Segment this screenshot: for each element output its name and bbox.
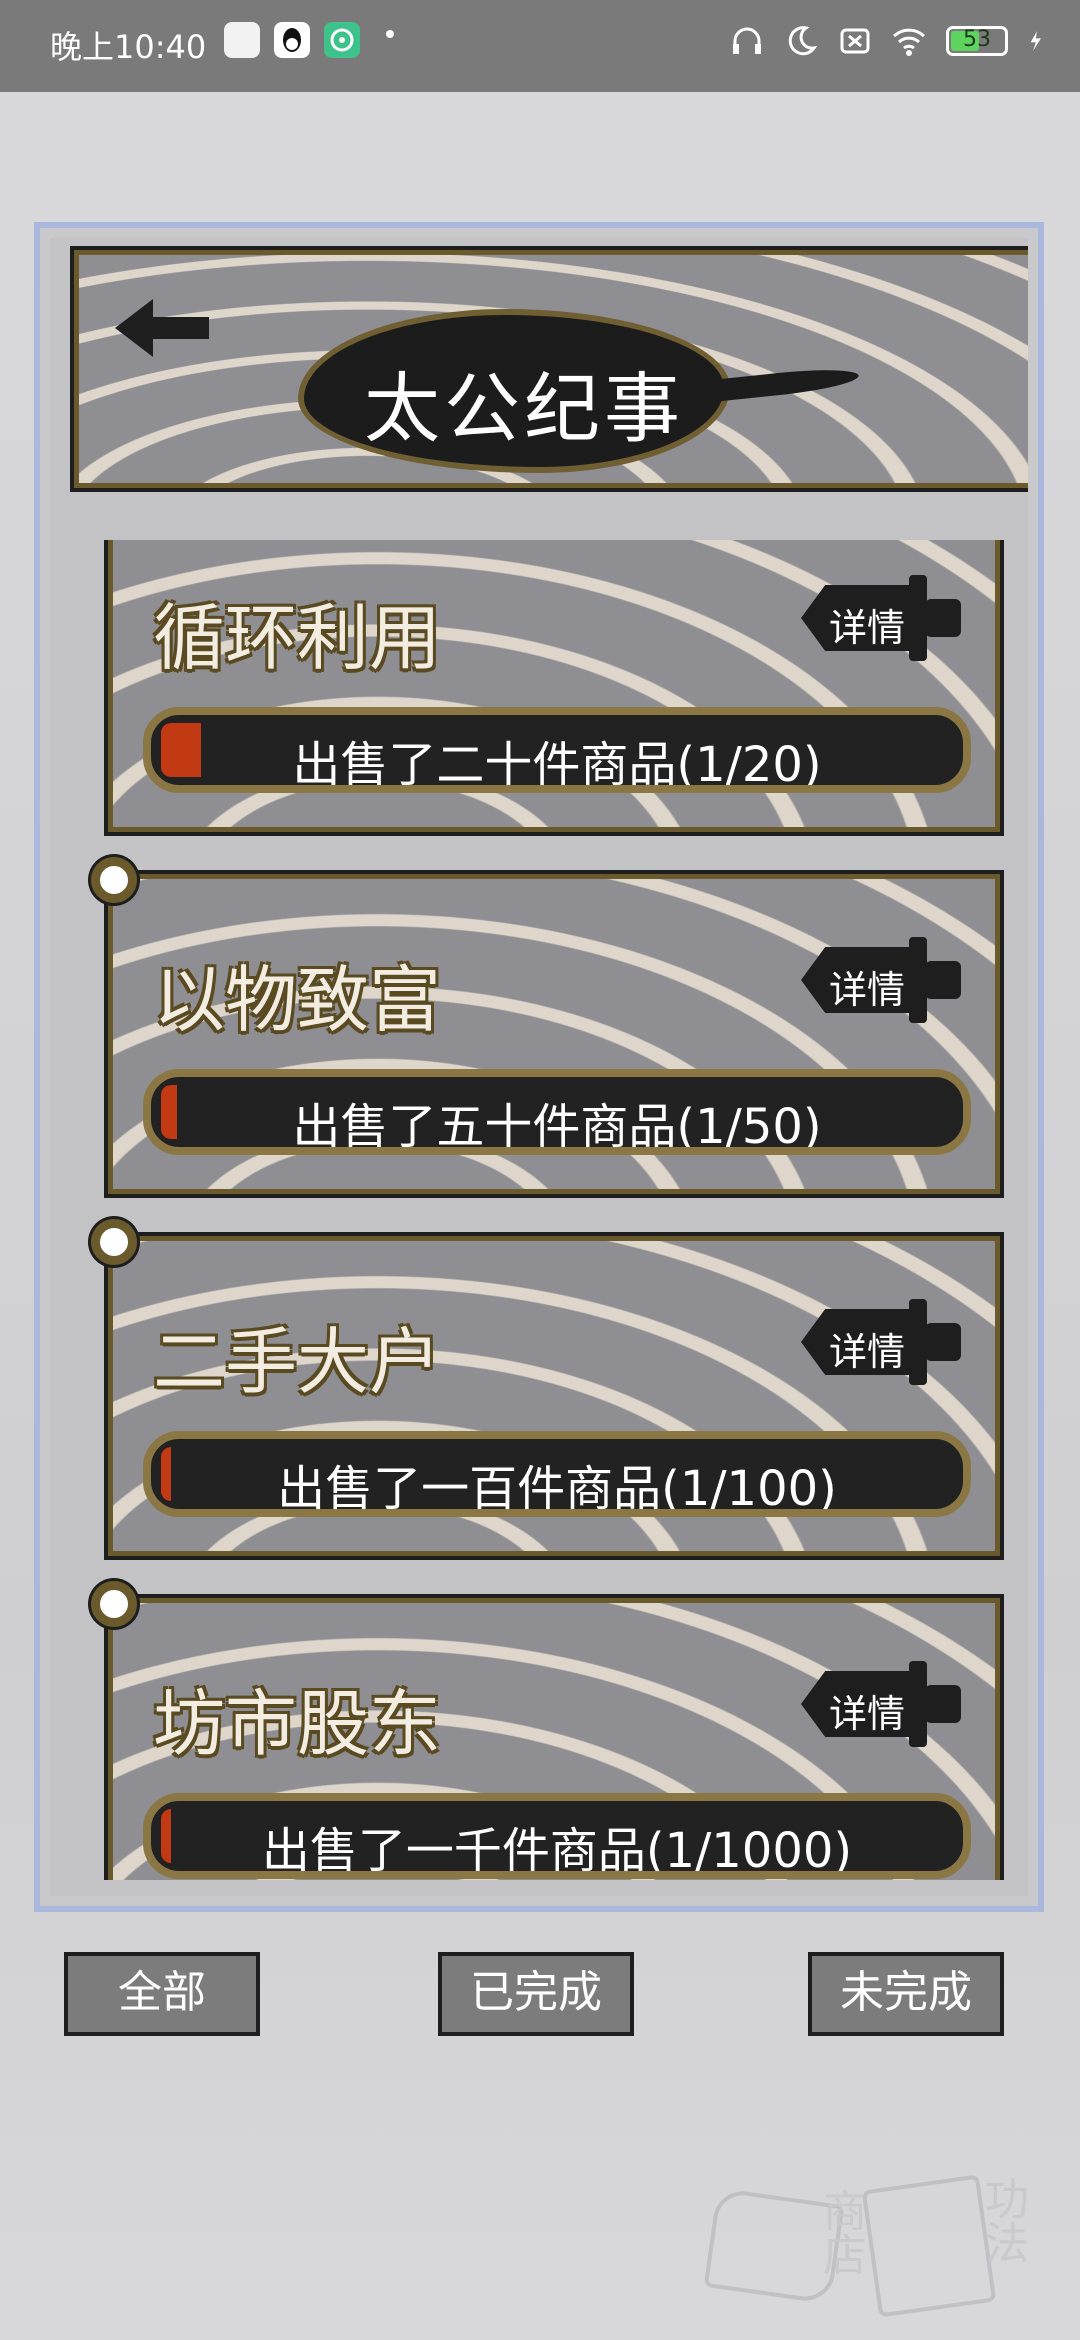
status-time: 晚上10:40	[50, 28, 207, 66]
battery-percentage: 53	[963, 27, 991, 52]
detail-button[interactable]: 详情	[801, 575, 961, 661]
progress-bar: 出售了一千件商品(1/1000)	[143, 1793, 971, 1879]
achievement-title: 二手大户	[153, 1320, 442, 1404]
achievement-card: 坊市股东 详情 出售了一千件商品(1/1000)	[91, 1581, 1004, 1880]
achievement-panel-inner: 太公纪事 循环利用 详情 出售了二十件商品(1/20) 以物致富 详情 出售了五…	[50, 238, 1028, 1896]
title-ink-tail	[698, 364, 860, 404]
detail-button[interactable]: 详情	[801, 1661, 961, 1747]
faded-skills-label: 功法	[977, 2176, 1028, 2264]
scroll-ring-icon	[91, 1581, 137, 1627]
detail-label: 详情	[829, 606, 906, 650]
scroll-ring-icon	[91, 857, 137, 903]
headphones-icon	[733, 27, 761, 54]
detail-label: 详情	[829, 1330, 906, 1374]
achievement-title: 坊市股东	[153, 1682, 442, 1766]
detail-label: 详情	[829, 1692, 906, 1736]
detail-label: 详情	[829, 968, 906, 1012]
achievement-card: 以物致富 详情 出售了五十件商品(1/50)	[91, 857, 1004, 1198]
progress-text: 出售了一千件商品(1/1000)	[261, 1823, 853, 1879]
achievement-card: 循环利用 详情 出售了二十件商品(1/20)	[104, 540, 1004, 836]
page-title: 太公纪事	[364, 364, 684, 453]
tab-all[interactable]: 全部	[64, 1952, 260, 2036]
sword-hilt-icon	[925, 961, 961, 999]
achievement-card: 二手大户 详情 出售了一百件商品(1/100)	[91, 1219, 1004, 1560]
sword-hilt-icon	[925, 599, 961, 637]
tab-completed[interactable]: 已完成	[438, 1952, 634, 2036]
header-banner: 太公纪事	[70, 246, 1028, 492]
status-bar: 晚上10:40 53	[0, 0, 1080, 92]
battery-icon: 53	[946, 26, 1008, 56]
progress-text: 出售了二十件商品(1/20)	[292, 737, 822, 793]
progress-text: 出售了一百件商品(1/100)	[277, 1461, 837, 1517]
qq-icon	[274, 22, 310, 58]
progress-text: 出售了五十件商品(1/50)	[292, 1099, 822, 1155]
detail-button[interactable]: 详情	[801, 937, 961, 1023]
charging-icon	[1030, 31, 1041, 51]
back-arrow-icon	[115, 299, 209, 357]
wifi-calling-app-icon	[324, 22, 360, 58]
achievement-title: 以物致富	[153, 958, 442, 1042]
detail-button[interactable]: 详情	[801, 1299, 961, 1385]
sim-off-icon	[840, 28, 870, 54]
news-app-icon	[224, 22, 260, 58]
progress-bar: 出售了五十件商品(1/50)	[143, 1069, 971, 1155]
notification-dot	[386, 30, 394, 38]
sword-hilt-icon	[925, 1685, 961, 1723]
progress-bar: 出售了一百件商品(1/100)	[143, 1431, 971, 1517]
progress-bar: 出售了二十件商品(1/20)	[143, 707, 971, 793]
achievement-list[interactable]: 循环利用 详情 出售了二十件商品(1/20) 以物致富 详情 出售了五十件商品(…	[50, 540, 1028, 1880]
back-button[interactable]	[109, 293, 219, 363]
moon-icon	[788, 26, 818, 56]
achievement-title: 循环利用	[153, 596, 442, 680]
wifi-icon	[892, 28, 926, 56]
tab-incomplete[interactable]: 未完成	[808, 1952, 1004, 2036]
achievement-panel: 太公纪事 循环利用 详情 出售了二十件商品(1/20) 以物致富 详情 出售了五…	[34, 222, 1044, 1912]
scroll-ring-icon	[91, 1219, 137, 1265]
sword-hilt-icon	[925, 1323, 961, 1361]
